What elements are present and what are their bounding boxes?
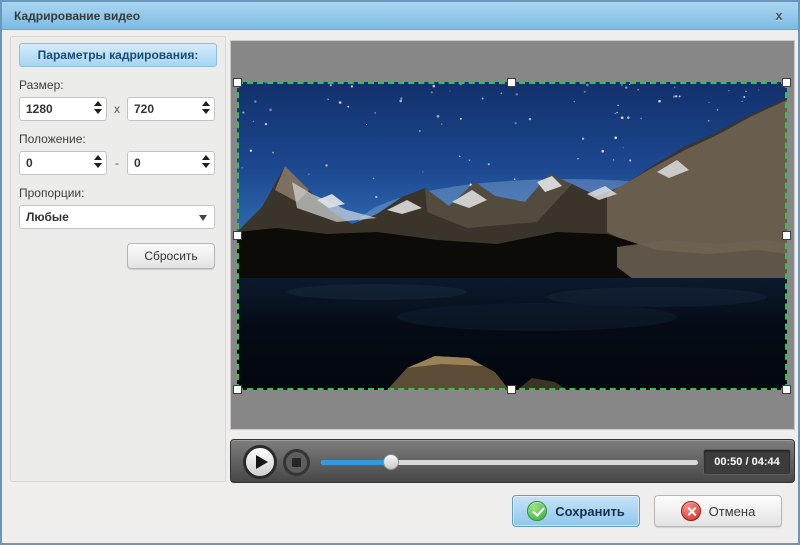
position-label: Положение: — [19, 132, 86, 146]
spinner-up-icon[interactable] — [202, 155, 210, 160]
proportions-value: Любые — [26, 210, 69, 224]
spinner-down-icon[interactable] — [94, 109, 102, 114]
seek-thumb[interactable] — [383, 454, 399, 470]
crop-handle-nw[interactable] — [233, 78, 242, 87]
spinner-down-icon[interactable] — [202, 109, 210, 114]
checkmark-icon — [527, 501, 548, 521]
crop-parameters-panel: Параметры кадрирования: Размер: x — [10, 36, 226, 482]
title-bar: Кадрирование видео x — [2, 2, 798, 30]
window-title: Кадрирование видео — [14, 9, 141, 23]
position-row: - — [19, 151, 217, 175]
seek-slider[interactable] — [321, 460, 698, 465]
crop-handle-w[interactable] — [233, 231, 242, 240]
spinner-down-icon[interactable] — [94, 163, 102, 168]
panel-header: Параметры кадрирования: — [19, 43, 217, 67]
pos-x-field-wrap — [19, 151, 107, 175]
cancel-button-label: Отмена — [708, 503, 756, 519]
crop-handle-n[interactable] — [507, 78, 516, 87]
crop-video-dialog: Кадрирование видео x Параметры кадрирова… — [0, 0, 800, 545]
spinner-up-icon[interactable] — [94, 155, 102, 160]
cancel-x-icon — [680, 501, 701, 521]
spinner-down-icon[interactable] — [202, 163, 210, 168]
stop-icon — [292, 458, 301, 467]
crop-handle-ne[interactable] — [782, 78, 791, 87]
pos-x-spinner[interactable] — [93, 155, 103, 168]
proportions-label: Пропорции: — [19, 186, 85, 200]
stop-button[interactable] — [283, 449, 310, 476]
video-preview-area — [230, 40, 795, 430]
crop-handle-e[interactable] — [782, 231, 791, 240]
crop-handle-sw[interactable] — [233, 385, 242, 394]
pos-y-spinner[interactable] — [201, 155, 211, 168]
chevron-down-icon — [199, 215, 207, 221]
crop-handle-se[interactable] — [782, 385, 791, 394]
play-button[interactable] — [243, 445, 277, 479]
play-icon — [256, 455, 268, 469]
save-button-label: Сохранить — [555, 503, 625, 519]
position-separator: - — [115, 156, 119, 170]
width-field-wrap — [19, 97, 107, 121]
spinner-up-icon[interactable] — [202, 101, 210, 106]
spinner-up-icon[interactable] — [94, 101, 102, 106]
width-spinner[interactable] — [93, 101, 103, 114]
height-spinner[interactable] — [201, 101, 211, 114]
cancel-button[interactable]: Отмена — [654, 495, 782, 527]
height-field-wrap — [127, 97, 215, 121]
pos-y-field-wrap — [127, 151, 215, 175]
proportions-dropdown[interactable]: Любые — [19, 205, 215, 229]
size-label: Размер: — [19, 78, 64, 92]
crop-handle-s[interactable] — [507, 385, 516, 394]
time-display: 00:50 / 04:44 — [703, 449, 791, 475]
save-button[interactable]: Сохранить — [512, 495, 640, 527]
size-row: x — [19, 97, 217, 121]
player-bar: 00:50 / 04:44 — [230, 439, 795, 483]
close-icon[interactable]: x — [770, 7, 788, 25]
seek-progress — [321, 460, 391, 465]
reset-button[interactable]: Сбросить — [127, 243, 215, 269]
crop-selection[interactable] — [233, 78, 791, 394]
size-separator: x — [114, 102, 120, 116]
